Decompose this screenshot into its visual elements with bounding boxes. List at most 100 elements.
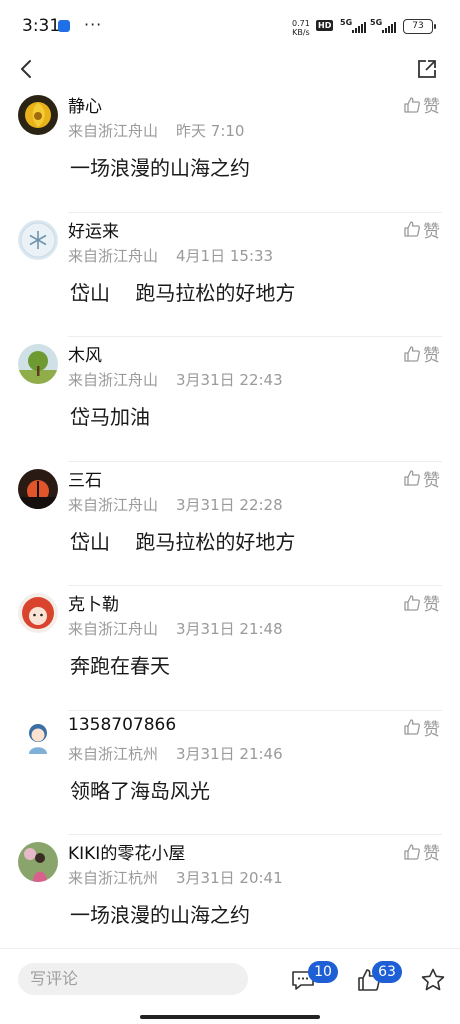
network-speed: 0.71 KB/s xyxy=(292,19,310,37)
comment-location: 来自浙江舟山 xyxy=(68,371,159,389)
avatar-default-image xyxy=(18,717,58,758)
like-button[interactable]: 赞 xyxy=(403,341,440,366)
comment-time: 3月31日 22:43 xyxy=(176,371,283,389)
thumbs-up-icon xyxy=(404,470,420,486)
comment-meta: 来自浙江舟山 昨天 7:10 xyxy=(68,120,244,141)
avatar-sunset-image xyxy=(18,468,58,509)
comment-meta: 来自浙江杭州 3月31日 21:46 xyxy=(68,743,283,764)
app-notification-icon xyxy=(58,20,70,32)
bottom-bar: 写评论 10 63 xyxy=(0,948,460,1024)
avatar-cartoon-image xyxy=(18,593,58,633)
like-count-badge: 63 xyxy=(372,961,402,983)
comment-time: 3月31日 22:28 xyxy=(176,495,283,514)
comment-location: 来自浙江杭州 xyxy=(68,744,159,763)
like-label: 赞 xyxy=(423,346,440,366)
comment-meta: 来自浙江舟山 4月1日 15:33 xyxy=(68,245,273,266)
network-type-label: 5G xyxy=(370,18,383,27)
avatar[interactable] xyxy=(18,842,58,882)
comment-location: 来自浙江舟山 xyxy=(68,620,159,638)
comment-time: 昨天 7:10 xyxy=(176,122,245,140)
more-notifications-icon: ··· xyxy=(84,15,103,34)
comment-content: 岱山 跑马拉松的好地方 xyxy=(70,529,296,554)
thumbs-up-icon xyxy=(404,843,420,860)
thumbs-up-icon xyxy=(404,594,420,611)
share-icon xyxy=(418,60,436,78)
avatar-photo-image xyxy=(18,842,58,882)
comment-author[interactable]: 好运来 xyxy=(68,217,119,242)
favorite-button[interactable] xyxy=(418,961,448,991)
avatar[interactable] xyxy=(18,717,58,758)
like-label: 赞 xyxy=(423,470,440,491)
like-button[interactable]: 赞 xyxy=(403,466,440,491)
comment-author[interactable]: 克卜勒 xyxy=(68,590,119,615)
network-type-label: 5G xyxy=(340,18,353,27)
comment-author[interactable]: KIKI的零花小屋 xyxy=(68,839,185,864)
thumbs-up-icon xyxy=(404,719,420,735)
comment-content: 岱山 跑马拉松的好地方 xyxy=(70,280,296,305)
like-label: 赞 xyxy=(423,595,440,615)
comment-author[interactable]: 静心 xyxy=(68,92,102,117)
write-comment-input[interactable]: 写评论 xyxy=(18,963,248,995)
comment-item: 克卜勒 来自浙江舟山 3月31日 21:48 奔跑在春天 赞 xyxy=(0,586,460,711)
comments-button[interactable]: 10 xyxy=(288,961,338,991)
share-button[interactable] xyxy=(416,58,438,80)
like-button[interactable]: 赞 xyxy=(403,92,440,117)
comment-meta: 来自浙江舟山 3月31日 21:48 xyxy=(68,618,283,639)
like-button[interactable]: 赞 xyxy=(403,590,440,615)
like-label: 赞 xyxy=(423,97,440,117)
comment-location: 来自浙江舟山 xyxy=(68,246,159,265)
comment-content: 奔跑在春天 xyxy=(70,654,170,678)
comment-content: 岱马加油 xyxy=(70,405,150,429)
chevron-left-icon xyxy=(21,60,31,78)
comment-time: 3月31日 20:41 xyxy=(176,869,283,887)
network-speed-value: 0.71 xyxy=(292,19,310,28)
comment-item: 1358707866 来自浙江杭州 3月31日 21:46 领略了海岛风光 赞 xyxy=(0,711,460,835)
like-label: 赞 xyxy=(423,719,440,740)
comment-item: 木风 来自浙江舟山 3月31日 22:43 岱马加油 赞 xyxy=(0,337,460,462)
comment-item: KIKI的零花小屋 来自浙江杭州 3月31日 20:41 一场浪漫的山海之约 赞 xyxy=(0,835,460,960)
comment-time: 3月31日 21:46 xyxy=(176,744,283,763)
comment-item: 静心 来自浙江舟山 昨天 7:10 一场浪漫的山海之约 赞 xyxy=(0,88,460,213)
comment-meta: 来自浙江舟山 3月31日 22:28 xyxy=(68,494,283,515)
like-label: 赞 xyxy=(423,221,440,242)
avatar[interactable] xyxy=(18,468,58,509)
comment-author[interactable]: 木风 xyxy=(68,341,102,366)
star-icon xyxy=(421,968,445,991)
comment-content: 领略了海岛风光 xyxy=(70,778,210,803)
network-speed-unit: KB/s xyxy=(292,28,310,37)
avatar[interactable] xyxy=(18,95,58,135)
like-post-button[interactable]: 63 xyxy=(354,961,402,991)
top-nav xyxy=(0,52,460,88)
home-indicator[interactable] xyxy=(140,1015,320,1019)
like-button[interactable]: 赞 xyxy=(403,715,440,740)
like-button[interactable]: 赞 xyxy=(403,839,440,864)
comment-location: 来自浙江杭州 xyxy=(68,869,159,887)
comment-count-badge: 10 xyxy=(308,961,338,983)
avatar-snowflake-image xyxy=(18,219,58,260)
status-bar: 3:31 ··· 0.71 KB/s HD 5G 5G 73 xyxy=(0,0,460,52)
status-time: 3:31 xyxy=(22,16,61,36)
comment-author[interactable]: 三石 xyxy=(68,466,102,491)
thumbs-up-icon xyxy=(404,96,420,113)
avatar[interactable] xyxy=(18,219,58,260)
comment-meta: 来自浙江舟山 3月31日 22:43 xyxy=(68,369,283,390)
comment-location: 来自浙江舟山 xyxy=(68,122,159,140)
comment-author[interactable]: 1358707866 xyxy=(68,715,176,735)
battery-icon: 73 xyxy=(403,19,436,34)
thumbs-up-icon xyxy=(404,221,420,237)
comment-location: 来自浙江舟山 xyxy=(68,495,159,514)
avatar[interactable] xyxy=(18,593,58,633)
comment-list: 静心 来自浙江舟山 昨天 7:10 一场浪漫的山海之约 赞 好运来 来自浙江舟山 4… xyxy=(0,88,460,960)
avatar-flower-image xyxy=(18,95,58,135)
comment-item: 好运来 来自浙江舟山 4月1日 15:33 岱山 跑马拉松的好地方 赞 xyxy=(0,213,460,337)
back-button[interactable] xyxy=(16,58,38,80)
comment-time: 4月1日 15:33 xyxy=(176,246,274,265)
comment-content: 一场浪漫的山海之约 xyxy=(70,903,250,927)
comment-meta: 来自浙江杭州 3月31日 20:41 xyxy=(68,867,283,888)
comment-time: 3月31日 21:48 xyxy=(176,620,283,638)
thumbs-up-icon xyxy=(404,345,420,362)
comment-content: 一场浪漫的山海之约 xyxy=(70,156,250,180)
like-button[interactable]: 赞 xyxy=(403,217,440,242)
avatar[interactable] xyxy=(18,344,58,384)
comment-item: 三石 来自浙江舟山 3月31日 22:28 岱山 跑马拉松的好地方 赞 xyxy=(0,462,460,586)
